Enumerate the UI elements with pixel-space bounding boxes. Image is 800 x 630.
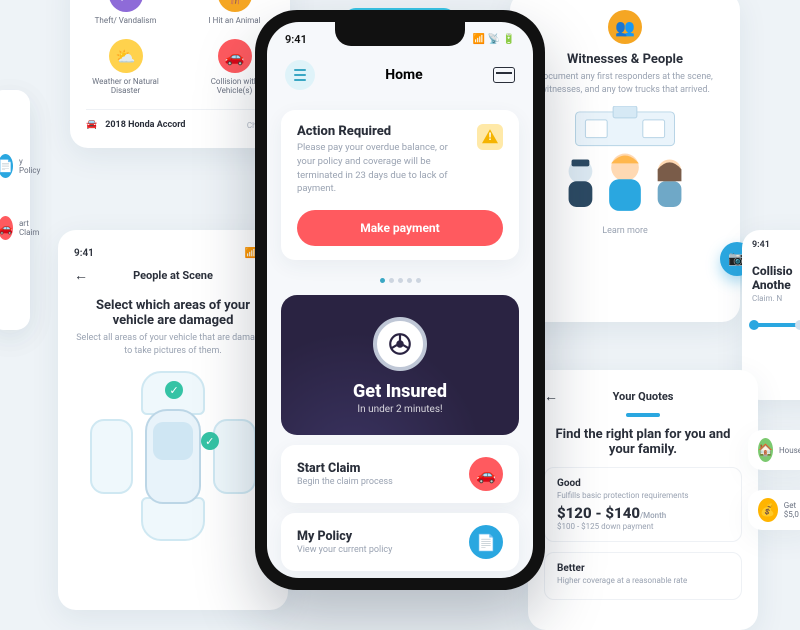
sliver-label: y Policy <box>19 157 40 175</box>
make-payment-button[interactable]: Make payment <box>297 210 503 246</box>
document-icon: 📄 <box>0 154 13 178</box>
row-title: Start Claim <box>297 461 393 476</box>
learn-more-link[interactable]: Learn more <box>526 226 724 236</box>
people-icon: 👥 <box>608 10 642 44</box>
witnesses-sub: Document any first responders at the sce… <box>526 71 724 96</box>
sliver-label: art Claim <box>19 219 39 237</box>
type-label: Theft/ Vandalism <box>95 16 157 25</box>
status-time: 9:41 <box>285 33 307 46</box>
witnesses-illustration <box>526 106 724 215</box>
plan-desc: Higher coverage at a reasonable rate <box>557 576 729 585</box>
deer-icon: 🦌 <box>218 0 252 12</box>
progress-segment <box>626 413 660 417</box>
hero-title: Get Insured <box>297 381 503 402</box>
plan-per: /Month <box>640 511 666 520</box>
row-start-claim[interactable]: Start Claim Begin the claim process 🚗 <box>281 445 519 503</box>
hero-sub: In under 2 minutes! <box>297 404 503 415</box>
damage-heading: Select which areas of your vehicle are d… <box>74 298 272 328</box>
menu-icon[interactable] <box>285 60 315 90</box>
status-time: 9:41 <box>74 248 94 259</box>
type-label: I Hit an Animal <box>208 16 260 25</box>
row-sub: Begin the claim process <box>297 477 393 487</box>
sliver-row-claim[interactable]: 🚗 art Claim <box>0 212 30 244</box>
selected-vehicle-row[interactable]: 🚘 2018 Honda Accord Change <box>86 109 274 130</box>
device-frame: 9:41 📶 📡 🔋 Home Action Required Please p… <box>255 10 545 590</box>
witnesses-title: Witnesses & People <box>526 52 724 67</box>
plan-desc: Fulfills basic protection requirements <box>557 491 729 500</box>
screen-quotes: ← Your Quotes Find the right plan for yo… <box>528 370 758 630</box>
action-heading: Action Required <box>297 124 467 139</box>
peek-line: Collisio <box>752 264 800 278</box>
sliver-label: Get $5,0 <box>784 501 800 519</box>
row-my-policy[interactable]: My Policy View your current policy 📄 <box>281 513 519 571</box>
page-title: Home <box>385 67 422 83</box>
quote-better[interactable]: Better Higher coverage at a reasonable r… <box>544 552 742 600</box>
screen-sliver-left-rows: 📄 y Policy 🚗 art Claim <box>0 90 30 330</box>
weather-icon: ⛅ <box>109 39 143 73</box>
status-time: 9:41 <box>752 240 800 250</box>
vehicle-diagram[interactable]: ✓ ✓ <box>74 371 272 541</box>
vehicle-name: 2018 Honda Accord <box>105 120 185 130</box>
screen-title: Your Quotes <box>566 390 720 403</box>
check-icon: ✓ <box>201 432 219 450</box>
sliver-get5[interactable]: 💰 Get $5,0 <box>748 490 800 530</box>
status-icons: 📶 📡 🔋 <box>473 34 515 45</box>
type-animal[interactable]: 🦌 I Hit an Animal <box>195 0 274 25</box>
row-title: My Policy <box>297 529 392 544</box>
steering-wheel-icon <box>373 317 427 371</box>
plan-name: Better <box>557 563 729 574</box>
row-sub: View your current policy <box>297 545 392 555</box>
damage-sub: Select all areas of your vehicle that ar… <box>74 332 272 357</box>
back-icon[interactable]: ← <box>74 267 88 284</box>
peek-line: Anothe <box>752 278 800 292</box>
action-body: Please pay your overdue balance, or your… <box>297 141 467 196</box>
sliver-label: Househo <box>779 446 800 455</box>
car-icon: 🚗 <box>0 216 13 240</box>
type-weather[interactable]: ⛅ Weather or Natural Disaster <box>86 39 165 95</box>
screen-vehicle-damage: 9:41 📶 🔋 ← People at Scene Select which … <box>58 230 288 610</box>
peek-line: Claim. N <box>752 294 800 303</box>
plan-name: Good <box>557 478 729 489</box>
wallet-icon[interactable] <box>493 67 515 83</box>
get-insured-hero[interactable]: Get Insured In under 2 minutes! <box>281 295 519 435</box>
quotes-heading: Find the right plan for you and your fam… <box>544 427 742 457</box>
car-icon: 🚗 <box>469 457 503 491</box>
shield-icon: ⚑ <box>109 0 143 12</box>
car-icon: 🚘 <box>86 120 97 130</box>
plan-sub: $100 - $125 down payment <box>557 522 729 531</box>
warning-icon <box>477 124 503 150</box>
sliver-household[interactable]: 🏠 Househo <box>748 430 800 470</box>
coin-icon: 💰 <box>758 498 778 522</box>
type-theft[interactable]: ⚑ Theft/ Vandalism <box>86 0 165 25</box>
quote-good[interactable]: Good Fulfills basic protection requireme… <box>544 467 742 542</box>
house-icon: 🏠 <box>758 438 773 462</box>
sliver-row-policy[interactable]: 📄 y Policy <box>0 150 30 182</box>
back-icon[interactable]: ← <box>544 388 558 405</box>
device-notch <box>335 22 465 46</box>
plan-price: $120 - $140 <box>557 504 640 522</box>
type-label: Collision with Vehicle(s) <box>211 77 259 95</box>
screen-title: People at Scene <box>96 269 250 282</box>
document-icon: 📄 <box>469 525 503 559</box>
collision-icon: 🚗 <box>218 39 252 73</box>
carousel-dots[interactable] <box>267 268 533 287</box>
type-label: Weather or Natural Disaster <box>92 77 159 95</box>
action-required-card: Action Required Please pay your overdue … <box>281 110 519 260</box>
